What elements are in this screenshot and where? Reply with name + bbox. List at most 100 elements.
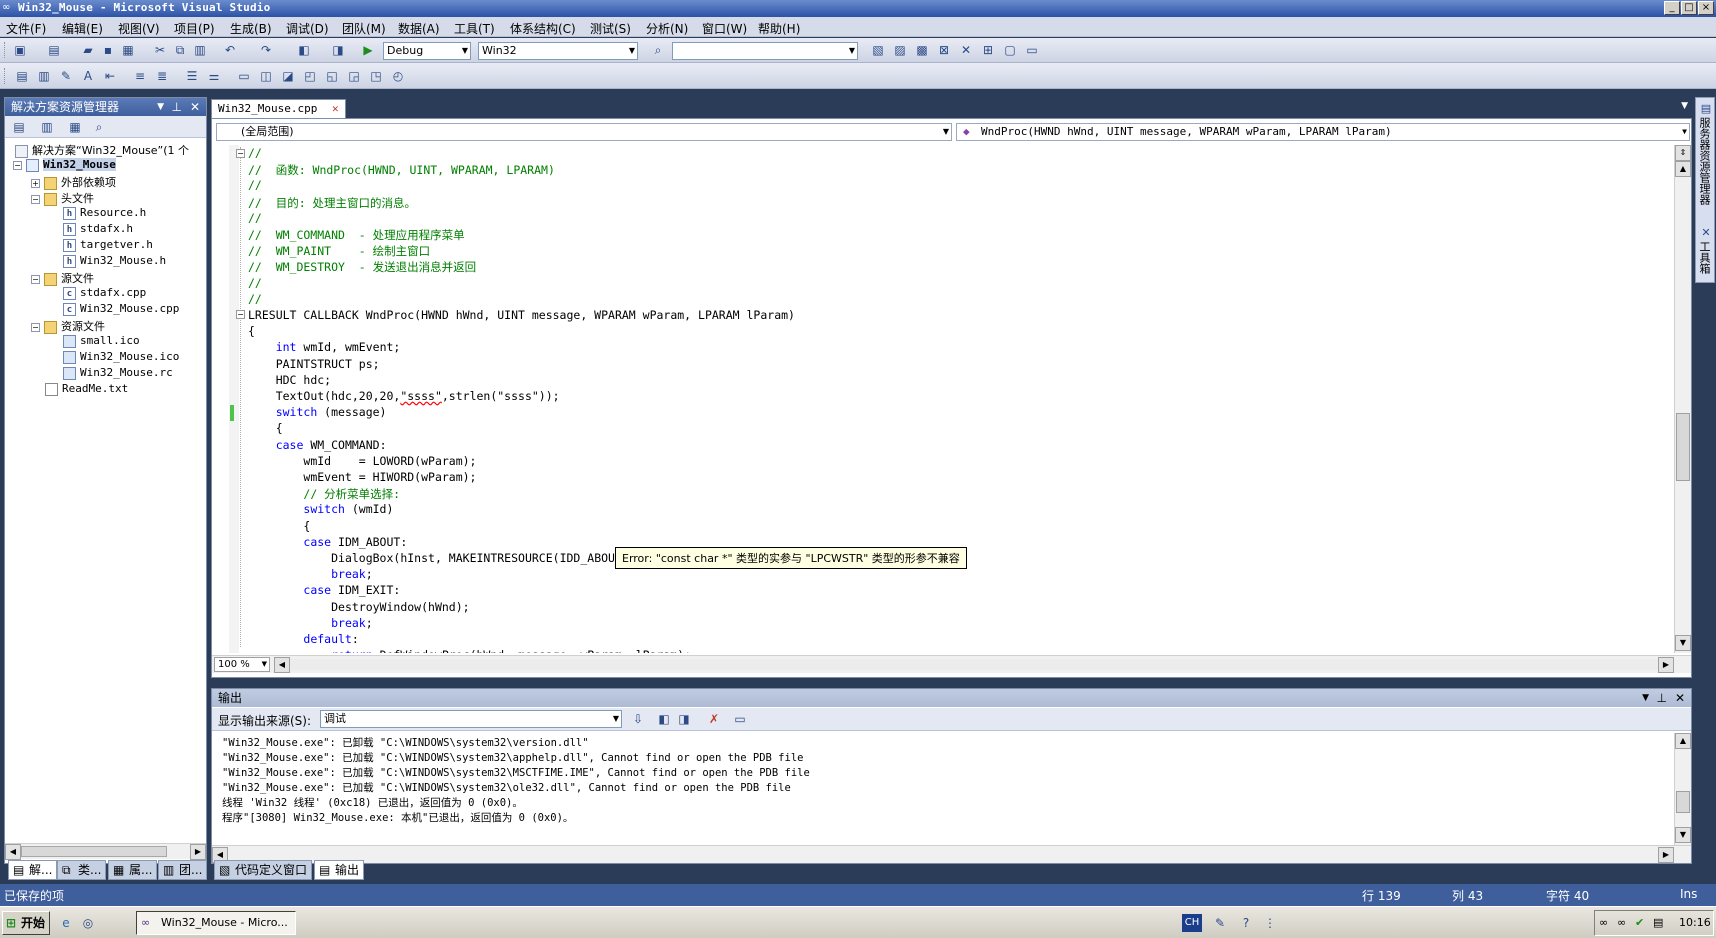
scope-dropdown[interactable]: (全局范围) ▼ [216, 123, 952, 141]
scroll-right-icon[interactable]: ▶ [1658, 657, 1674, 673]
toolbar-grip[interactable] [4, 42, 7, 58]
undo-icon[interactable]: ↶ [222, 42, 238, 58]
close-button[interactable]: × [1698, 1, 1714, 15]
solution-configuration-select[interactable]: Debug ▼ [383, 42, 471, 60]
clear-bookmarks-icon[interactable]: ◴ [390, 68, 406, 84]
scroll-thumb[interactable] [1676, 413, 1690, 481]
tree-item-file[interactable]: Win32_Mouse.rc [63, 366, 173, 380]
start-debugging-icon[interactable]: ▶ [360, 42, 376, 58]
next-bookmark-icon[interactable]: ◪ [280, 68, 296, 84]
comment-lines-icon[interactable]: ☰ [184, 68, 200, 84]
parameter-info-icon[interactable]: ▥ [36, 68, 52, 84]
output-vertical-scrollbar[interactable]: ▲ ▼ [1674, 733, 1691, 845]
output-horizontal-scrollbar[interactable]: ◀ ▶ [212, 845, 1691, 863]
new-project-icon[interactable]: ▣ [12, 42, 28, 58]
menu-analyze[interactable]: 分析(N) [646, 20, 688, 37]
collapse-icon[interactable]: − [31, 194, 40, 204]
tree-item-file[interactable]: h Resource.h [63, 206, 146, 220]
menu-help[interactable]: 帮助(H) [758, 20, 800, 37]
taskbar-app-visual-studio[interactable]: ∞ Win32_Mouse - Micro... [136, 911, 296, 935]
panel-close-icon[interactable]: ✕ [1675, 689, 1685, 707]
view-class-diagram-icon[interactable]: ⌕ [91, 119, 107, 135]
tree-item-source-files[interactable]: − 源文件 [31, 270, 94, 286]
language-bar-icon[interactable]: ✎ [1212, 915, 1228, 931]
zoom-dropdown[interactable]: 100 % ▼ [214, 657, 270, 672]
command-window-icon[interactable]: ▭ [1024, 42, 1040, 58]
internet-explorer-icon[interactable]: e [58, 915, 74, 931]
network-connection-icon[interactable]: ✔ [1635, 911, 1644, 935]
tree-item-file[interactable]: h Win32_Mouse.h [63, 254, 166, 268]
tab-close-icon[interactable]: ✕ [332, 102, 339, 115]
extension-manager-icon[interactable]: ⊞ [980, 42, 996, 58]
toolbox-tab[interactable]: ✕ 工具箱 [1698, 226, 1714, 274]
collapse-icon[interactable]: − [31, 274, 40, 284]
menu-data[interactable]: 数据(A) [398, 20, 440, 37]
outdent-icon[interactable]: ≣ [154, 68, 170, 84]
start-button[interactable]: ⊞ 开始 [2, 911, 50, 935]
minimize-button[interactable]: _ [1664, 1, 1680, 15]
menu-team[interactable]: 团队(M) [342, 20, 386, 37]
tools-icon[interactable]: ✕ [958, 42, 974, 58]
output-text[interactable]: "Win32_Mouse.exe": 已卸载 "C:\WINDOWS\syste… [212, 733, 1672, 843]
collapse-region-icon[interactable]: − [236, 310, 245, 319]
scroll-left-icon[interactable]: ◀ [5, 844, 21, 860]
output-source-select[interactable]: 调试 ▼ [320, 710, 622, 728]
scroll-up-icon[interactable]: ▲ [1675, 161, 1691, 177]
solution-explorer-icon[interactable]: ▧ [870, 42, 886, 58]
toggle-bookmark-icon[interactable]: ▭ [236, 68, 252, 84]
panel-close-icon[interactable]: ✕ [190, 98, 200, 116]
horizontal-scrollbar[interactable]: ◀ ▶ [5, 843, 206, 860]
open-file-icon[interactable]: ▰ [80, 42, 96, 58]
menu-tools[interactable]: 工具(T) [454, 20, 495, 37]
cut-icon[interactable]: ✂ [152, 42, 168, 58]
tab-team-explorer[interactable]: ▥ 团... [158, 860, 208, 880]
navigate-forward-icon[interactable]: ◨ [330, 42, 346, 58]
scroll-down-icon[interactable]: ▼ [1675, 635, 1691, 651]
previous-bookmark-in-folder-icon[interactable]: ◰ [302, 68, 318, 84]
scroll-down-icon[interactable]: ▼ [1675, 827, 1691, 843]
paste-icon[interactable]: ▥ [192, 42, 208, 58]
horizontal-scroll-track[interactable] [290, 659, 1668, 670]
tree-item-external-deps[interactable]: + 外部依赖项 [31, 174, 116, 190]
ime-indicator[interactable]: CH [1182, 914, 1202, 932]
tab-class-view[interactable]: ⧉ 类... [57, 860, 107, 880]
properties-icon[interactable]: ▤ [11, 119, 27, 135]
toolbox-icon[interactable]: ⊠ [936, 42, 952, 58]
add-item-icon[interactable]: ▤ [46, 42, 62, 58]
split-handle-icon[interactable]: ⇕ [1675, 145, 1691, 161]
tab-output[interactable]: ▤ 输出 [314, 860, 365, 880]
maximize-button[interactable]: □ [1681, 1, 1697, 15]
active-files-dropdown-icon[interactable]: ▼ [1681, 101, 1688, 111]
scroll-thumb[interactable] [1676, 791, 1690, 813]
volume-icon[interactable]: ▤ [1653, 911, 1663, 935]
auto-hide-pin-icon[interactable]: ⊥ [172, 98, 182, 116]
increase-indent-icon[interactable]: ≡ [132, 68, 148, 84]
expand-icon[interactable]: + [31, 178, 40, 188]
toggle-word-wrap-icon[interactable]: ▭ [732, 711, 748, 727]
security-icon[interactable]: ∞ [1617, 911, 1626, 935]
menu-debug[interactable]: 调试(D) [286, 20, 329, 37]
start-page-icon[interactable]: ▢ [1002, 42, 1018, 58]
vertical-scrollbar[interactable]: ⇕ ▲ ▼ [1674, 145, 1691, 653]
go-to-next-message-icon[interactable]: ◨ [676, 711, 692, 727]
server-explorer-tab[interactable]: ▤ 服务器资源管理器 [1698, 102, 1714, 205]
previous-bookmark-in-document-icon[interactable]: ◲ [346, 68, 362, 84]
display-object-member-list-icon[interactable]: ▤ [14, 68, 30, 84]
tab-code-definition[interactable]: ▧ 代码定义窗口 [214, 860, 313, 880]
properties-icon[interactable]: ▨ [892, 42, 908, 58]
tree-item-file[interactable]: ReadMe.txt [45, 382, 128, 396]
help-icon[interactable]: ? [1238, 915, 1254, 931]
auto-hide-pin-icon[interactable]: ⊥ [1657, 689, 1667, 707]
quick-info-icon[interactable]: ✎ [58, 68, 74, 84]
collapse-region-icon[interactable]: − [236, 149, 245, 158]
find-in-files-icon[interactable]: ⌕ [650, 42, 666, 58]
tab-properties[interactable]: ▦ 属... [108, 860, 158, 880]
code-area[interactable]: − − //// 函数: WndProc(HWND, UINT, WPARAM,… [212, 145, 1674, 653]
tree-item-project[interactable]: − Win32_Mouse [13, 158, 116, 172]
menu-file[interactable]: 文件(F) [6, 20, 46, 37]
toolbar-grip[interactable] [4, 68, 7, 84]
uncomment-lines-icon[interactable]: ⚌ [206, 68, 222, 84]
tree-item-solution[interactable]: 解决方案“Win32_Mouse”(1 个 [15, 142, 189, 158]
find-combo[interactable]: ▼ [672, 42, 858, 60]
menu-test[interactable]: 测试(S) [590, 20, 631, 37]
